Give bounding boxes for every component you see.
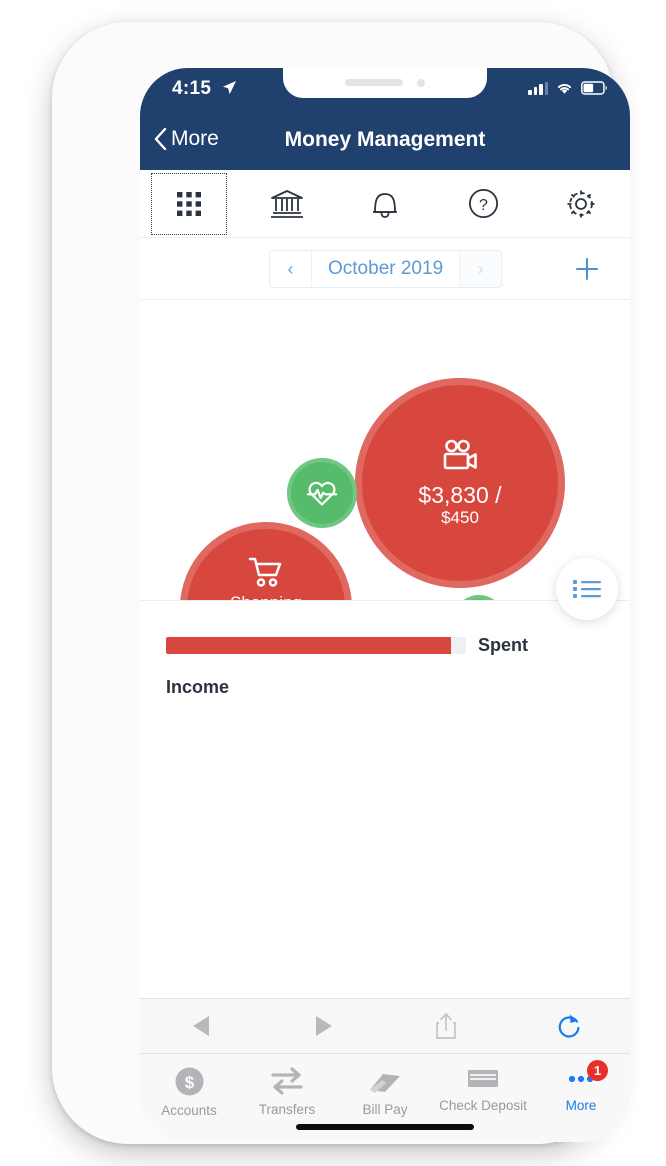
list-view-button[interactable]	[556, 558, 618, 620]
device-notch	[283, 68, 487, 98]
dollar-circle-icon: $	[174, 1066, 205, 1097]
spent-bar-track	[166, 637, 466, 654]
spent-bar-row: Spent	[166, 635, 528, 656]
status-bar-indicators	[528, 81, 608, 95]
status-bar-time: 4:15	[172, 78, 212, 99]
notch-camera	[417, 79, 425, 87]
income-bar-row: Income	[166, 677, 229, 698]
notch-speaker	[345, 79, 403, 86]
browser-toolbar	[140, 998, 630, 1054]
bubble-amount: $3,830 / $450	[418, 481, 502, 528]
bubble-health[interactable]	[287, 458, 357, 528]
month-label[interactable]: October 2019	[312, 251, 459, 287]
gear-icon	[565, 188, 597, 220]
phone-frame: 4:15 More Money Management ? ‹ October 2…	[52, 22, 630, 1144]
status-badge: 1	[587, 1060, 608, 1081]
status-bar: 4:15	[140, 68, 630, 114]
chevron-right-icon: ›	[477, 258, 484, 279]
tab-label: More	[565, 1098, 597, 1113]
spent-label: Spent	[478, 635, 529, 655]
page-title: Money Management	[284, 128, 486, 151]
bell-icon	[371, 188, 399, 220]
triangle-right-icon	[313, 1014, 335, 1038]
signal-bars-icon	[528, 82, 548, 95]
income-label: Income	[166, 677, 230, 697]
triangle-left-icon	[190, 1014, 212, 1038]
bubble-shopping[interactable]: Shopping $2,414 / $2,000	[180, 522, 352, 600]
tab-more[interactable]: More 1	[532, 1054, 630, 1142]
svg-text:?: ?	[479, 197, 488, 214]
browser-back-button[interactable]	[140, 1014, 263, 1038]
totals-section: Spent Income	[140, 600, 630, 798]
battery-icon	[581, 81, 608, 95]
question-circle-icon: ?	[468, 188, 499, 219]
tab-label: Transfers	[258, 1102, 316, 1117]
shopping-cart-icon	[246, 555, 286, 589]
home-indicator	[296, 1124, 474, 1130]
nav-header: More Money Management	[140, 114, 630, 170]
bubble-entertainment[interactable]: $3,830 / $450	[355, 378, 565, 588]
heartbeat-icon	[305, 478, 339, 508]
check-card-icon	[466, 1066, 500, 1092]
tab-dashboard[interactable]	[140, 170, 238, 237]
tab-help[interactable]: ?	[434, 170, 532, 237]
phone-screen: 4:15 More Money Management ? ‹ October 2…	[140, 68, 630, 1142]
month-next-button[interactable]: ›	[459, 251, 502, 287]
tab-alerts[interactable]	[336, 170, 434, 237]
tab-accounts-bottom[interactable]: $ Accounts	[140, 1054, 238, 1142]
chevron-left-icon: ‹	[287, 258, 294, 279]
icon-tab-row: ?	[140, 170, 630, 238]
share-up-icon	[434, 1012, 458, 1040]
tab-accounts[interactable]	[238, 170, 336, 237]
grid-icon	[174, 189, 204, 219]
location-arrow-icon	[222, 80, 237, 100]
browser-forward-button[interactable]	[263, 1014, 386, 1038]
transfer-arrows-icon	[270, 1066, 304, 1096]
tab-label: Bill Pay	[362, 1102, 408, 1117]
bulleted-list-icon	[572, 577, 602, 601]
month-prev-button[interactable]: ‹	[270, 251, 312, 287]
tab-label: Accounts	[161, 1103, 217, 1118]
envelope-icon	[368, 1066, 402, 1096]
movie-camera-icon	[438, 439, 482, 475]
tab-label: Check Deposit	[439, 1098, 527, 1113]
bank-icon	[270, 188, 304, 220]
browser-share-button[interactable]	[385, 1012, 508, 1040]
reload-icon	[556, 1012, 582, 1040]
month-nav-row: ‹ October 2019 ›	[140, 238, 630, 300]
budget-bubble-chart: $3,830 / $450 Shopping $2,414 / $2,000	[140, 300, 630, 600]
browser-reload-button[interactable]	[508, 1012, 631, 1040]
wifi-icon	[555, 81, 574, 95]
plus-icon	[574, 256, 600, 282]
svg-text:$: $	[184, 1073, 194, 1092]
spent-bar-fill	[166, 637, 451, 654]
month-selector: ‹ October 2019 ›	[269, 250, 503, 288]
tab-settings[interactable]	[532, 170, 630, 237]
add-budget-button[interactable]	[570, 252, 604, 286]
